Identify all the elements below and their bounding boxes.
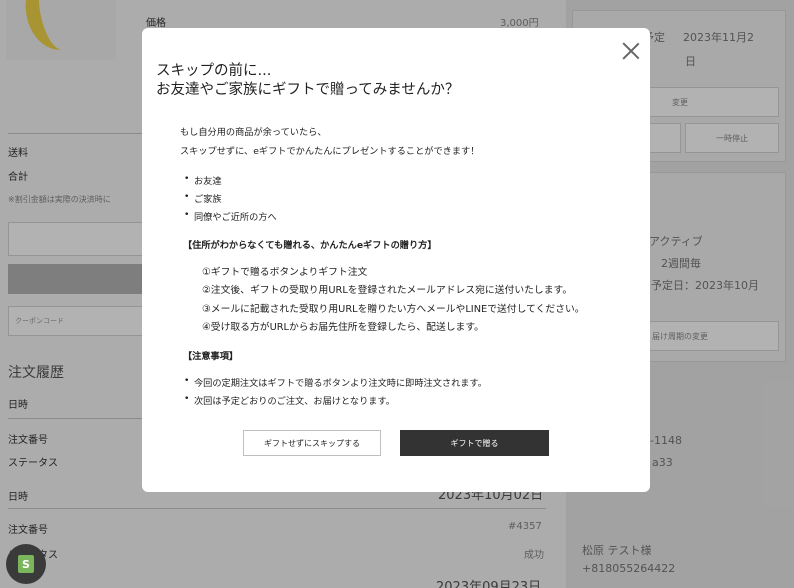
- shopify-icon[interactable]: S: [6, 544, 46, 584]
- recipient-item: 同僚やご近所の方へ: [184, 209, 277, 223]
- skip-without-gift-button[interactable]: ギフトせずにスキップする: [243, 430, 381, 456]
- step-item: ①ギフトで贈るボタンよりギフト注文: [202, 267, 368, 278]
- intro-line1: もし自分用の商品が余っていたら、: [180, 127, 327, 138]
- how-to-heading: 【住所がわからなくても贈れる、かんたんeギフトの贈り方】: [183, 240, 437, 251]
- modal-title-line2: お友達やご家族にギフトで贈ってみませんか？: [156, 82, 460, 98]
- send-gift-button[interactable]: ギフトで贈る: [400, 430, 549, 456]
- close-icon[interactable]: [622, 42, 640, 60]
- modal-title: スキップの前に... お友達やご家族にギフトで贈ってみませんか？: [156, 62, 459, 100]
- note-item: 今回の定期注文はギフトで贈るボタンより注文時に即時注文されます。: [184, 375, 487, 389]
- step-item: ④受け取る方がURLからお届先住所を登録したら、配送します。: [202, 322, 484, 333]
- note-item: 次回は予定どおりのご注文、お届けとなります。: [184, 393, 395, 407]
- step-item: ③メールに記載された受取り用URLを贈りたい方へメールやLINEで送付してくださ…: [202, 304, 585, 315]
- modal-title-line1: スキップの前に...: [156, 63, 272, 79]
- recipient-item: お友達: [184, 173, 221, 187]
- recipient-item: ご家族: [184, 191, 221, 205]
- notes-heading: 【注意事項】: [183, 351, 239, 362]
- step-item: ②注文後、ギフトの受取り用URLを登録されたメールアドレス宛に送付いたします。: [202, 285, 573, 296]
- intro-line2: スキップせずに、eギフトでかんたんにプレゼントすることができます！: [180, 146, 480, 157]
- gift-suggestion-modal: スキップの前に... お友達やご家族にギフトで贈ってみませんか？ もし自分用の商…: [142, 28, 650, 492]
